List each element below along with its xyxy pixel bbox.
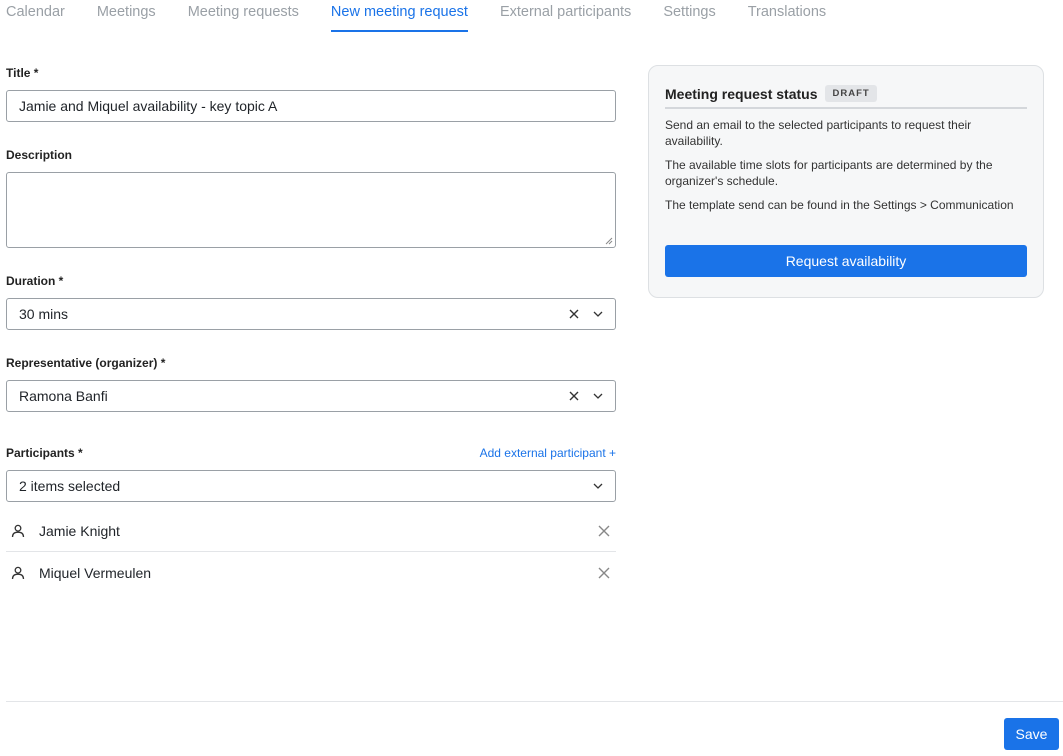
title-input-value: Jamie and Miquel availability - key topi… [19,98,278,114]
footer-divider [6,701,1063,702]
tab-meeting-requests[interactable]: Meeting requests [188,0,299,32]
participant-name: Miquel Vermeulen [39,565,152,581]
chevron-down-icon[interactable] [593,393,603,399]
description-textarea[interactable] [6,172,616,248]
participant-name: Jamie Knight [39,522,120,539]
close-icon[interactable] [598,567,610,579]
status-info-text: The available time slots for participant… [665,158,993,188]
representative-select[interactable]: Ramona Banfi [6,380,616,412]
chevron-down-icon[interactable] [593,311,603,317]
description-label: Description [6,148,73,162]
title-input[interactable]: Jamie and Miquel availability - key topi… [6,90,616,122]
duration-value: 30 mins [19,306,69,322]
participants-select-value: 2 items selected [19,478,121,494]
title-label: Title * [6,66,39,80]
participants-label: Participants * [6,446,83,460]
tab-meetings[interactable]: Meetings [97,0,156,32]
user-icon [11,524,25,538]
resize-handle-icon[interactable] [605,237,613,245]
status-card-header: Meeting request status DRAFT [665,66,1027,109]
status-info-text: Send an email to the selected participan… [665,118,972,148]
status-badge: DRAFT [825,85,877,102]
save-button[interactable]: Save [1004,718,1059,750]
add-external-participant-link[interactable]: Add external participant + [480,446,616,460]
user-icon [11,566,25,580]
duration-select[interactable]: 30 mins [6,298,616,330]
representative-value: Ramona Banfi [19,388,108,404]
participant-row: Jamie Knight [6,510,616,552]
tab-bar: Calendar Meetings Meeting requests New m… [6,0,858,34]
close-icon[interactable] [598,525,610,537]
tab-external-participants[interactable]: External participants [500,0,631,32]
close-icon[interactable] [569,309,579,319]
meeting-request-status-card: Meeting request status DRAFT Send an ema… [648,65,1044,298]
chevron-down-icon[interactable] [593,483,603,489]
participants-select[interactable]: 2 items selected [6,470,616,502]
tab-calendar[interactable]: Calendar [6,0,65,32]
close-icon[interactable] [569,391,579,401]
request-availability-button[interactable]: Request availability [665,245,1027,277]
status-card-title: Meeting request status [665,85,818,102]
tab-new-meeting-request[interactable]: New meeting request [330,0,468,32]
status-info-text: The template send can be found in the Se… [665,198,1014,212]
duration-label: Duration * [6,274,64,288]
representative-label: Representative (organizer) * [6,356,166,370]
tab-settings[interactable]: Settings [663,0,715,32]
participant-row: Miquel Vermeulen [6,552,616,594]
tab-translations[interactable]: Translations [748,0,826,32]
